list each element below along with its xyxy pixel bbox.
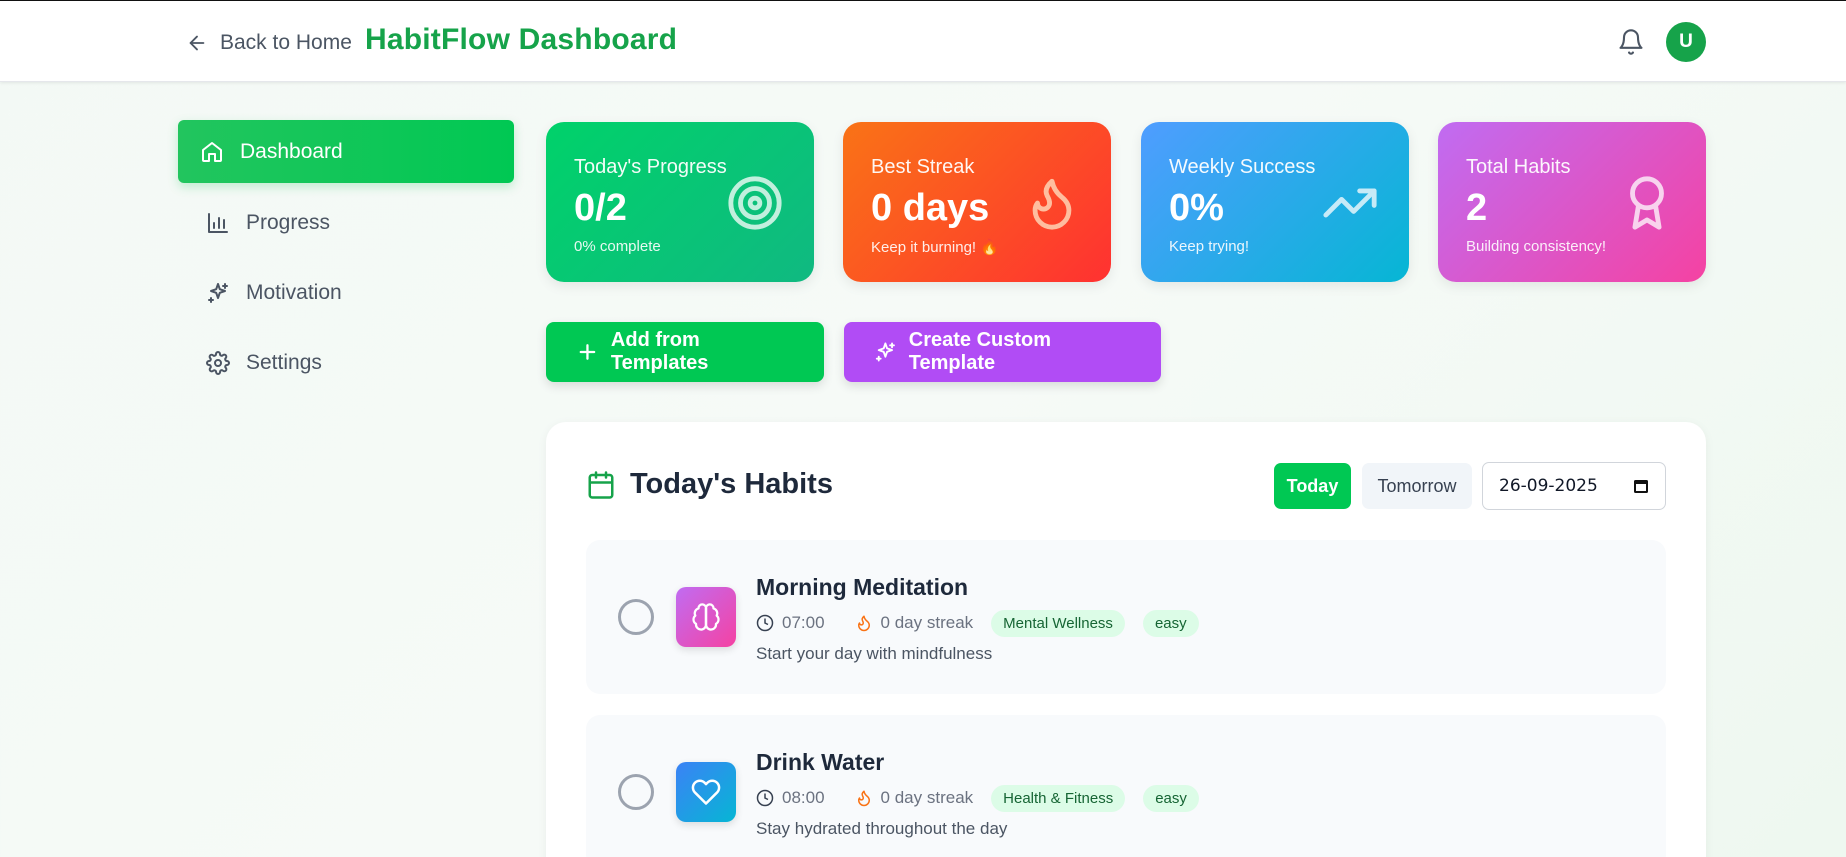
create-custom-template-label: Create Custom Template <box>908 329 1052 374</box>
habit-description: Start your day with mindfulness <box>756 644 993 663</box>
sidebar-item-progress[interactable]: Progress <box>178 191 514 255</box>
trending-up-icon <box>1323 188 1377 218</box>
habit-complete-checkbox[interactable] <box>618 774 654 810</box>
plus-icon <box>579 344 596 360</box>
back-to-home-link[interactable]: Back to Home <box>186 27 352 59</box>
habit-time: 08:00 <box>782 788 825 807</box>
todays-habits-panel: Today's Habits Today Tomorrow 26-09-2025… <box>546 422 1706 857</box>
stat-card-total-habits: Total Habits 2 Building consistency! <box>1438 122 1706 282</box>
stat-card-todays-progress: Today's Progress 0/2 0% complete <box>546 122 814 282</box>
home-icon <box>202 141 222 162</box>
habits-panel-heading: Today's Habits <box>586 468 833 501</box>
flame-icon <box>1032 178 1072 230</box>
bar-chart-icon <box>208 213 228 233</box>
bell-icon <box>1619 29 1643 55</box>
habit-difficulty-badge: easy <box>1143 784 1199 812</box>
sidebar-item-label: Dashboard <box>240 139 343 163</box>
gear-icon <box>206 351 230 375</box>
sidebar-item-settings[interactable]: Settings <box>178 331 514 395</box>
back-to-home-label: Back to Home <box>220 31 352 54</box>
habit-card-morning-meditation: Morning Meditation 07:00 0 day streak Me… <box>586 540 1666 694</box>
habit-meta: 07:00 0 day streak Mental Wellness easy <box>756 608 1199 638</box>
create-custom-template-button[interactable]: Create Custom Template <box>844 322 1161 382</box>
sidebar-item-label: Progress <box>246 211 331 234</box>
sparkles-icon <box>208 283 228 303</box>
habit-icon-tile <box>676 762 736 822</box>
habit-streak: 0 day streak <box>880 788 974 807</box>
target-icon <box>728 176 782 230</box>
stat-card-best-streak: Best Streak 0 days Keep it burning! 🔥 <box>843 122 1111 282</box>
habit-name: Morning Meditation <box>756 574 969 600</box>
sidebar-item-label: Motivation <box>246 281 342 304</box>
sparkles-icon <box>875 342 895 362</box>
sidebar-item-dashboard[interactable]: Dashboard <box>178 120 514 183</box>
stat-subtext: 0% complete <box>574 238 661 255</box>
habit-time: 07:00 <box>782 613 825 632</box>
habit-category-badge: Mental Wellness <box>991 609 1125 637</box>
stat-subtext: Keep trying! <box>1169 238 1250 255</box>
habit-name: Drink Water <box>756 749 885 775</box>
clock-icon <box>756 789 774 807</box>
habit-meta: 08:00 0 day streak Health & Fitness easy <box>756 783 1199 813</box>
clock-icon <box>756 614 774 632</box>
habits-panel-title: Today's Habits <box>630 468 833 500</box>
tomorrow-button[interactable]: Tomorrow <box>1362 463 1472 509</box>
sidebar-item-label: Settings <box>246 351 322 374</box>
sidebar-item-motivation[interactable]: Motivation <box>178 261 514 325</box>
add-from-templates-button[interactable]: Add from Templates <box>546 322 824 382</box>
award-icon <box>1630 176 1664 230</box>
add-from-templates-label: Add from Templates <box>610 329 709 374</box>
notifications-button[interactable] <box>1616 26 1646 58</box>
calendar-picker-icon[interactable] <box>1633 478 1649 494</box>
habit-category-badge: Health & Fitness <box>991 784 1126 812</box>
habit-icon-tile <box>676 587 736 647</box>
page-title: HabitFlow Dashboard <box>365 23 678 56</box>
habit-description: Stay hydrated throughout the day <box>756 819 1008 838</box>
date-value: 26-09-2025 <box>1499 476 1598 496</box>
arrow-left-icon <box>189 35 205 51</box>
avatar[interactable]: U <box>1666 22 1706 62</box>
sidebar: Dashboard Progress Motivation Settings <box>178 120 514 401</box>
top-bar: Back to Home HabitFlow Dashboard U <box>0 0 1846 82</box>
calendar-icon <box>588 470 614 499</box>
date-input[interactable]: 26-09-2025 <box>1482 462 1666 510</box>
habit-card-drink-water: Drink Water 08:00 0 day streak Health & … <box>586 715 1666 857</box>
heart-icon <box>691 779 721 805</box>
habit-complete-checkbox[interactable] <box>618 599 654 635</box>
stat-subtext: Keep it burning! 🔥 <box>871 239 999 256</box>
flame-icon <box>857 615 870 632</box>
stat-subtext: Building consistency! <box>1466 238 1607 255</box>
stat-card-weekly-success: Weekly Success 0% Keep trying! <box>1141 122 1409 282</box>
habit-difficulty-badge: easy <box>1142 609 1199 637</box>
habit-streak: 0 day streak <box>880 613 974 632</box>
brain-icon <box>692 603 720 631</box>
today-button[interactable]: Today <box>1274 463 1351 509</box>
flame-icon <box>857 790 870 807</box>
